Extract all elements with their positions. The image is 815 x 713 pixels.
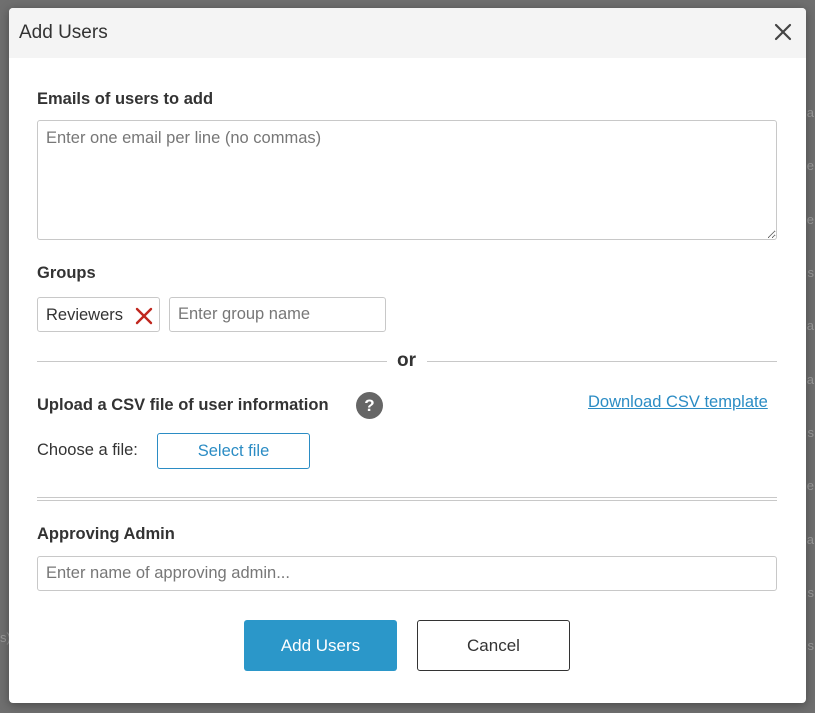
add-users-dialog: Add Users Emails of users to add Groups …	[9, 8, 806, 703]
emails-textarea[interactable]	[37, 120, 777, 240]
csv-upload-label: Upload a CSV file of user information	[37, 396, 329, 414]
close-icon	[774, 23, 792, 41]
divider-line-right	[427, 361, 777, 362]
groups-label: Groups	[37, 264, 96, 282]
choose-file-label: Choose a file:	[37, 441, 138, 459]
question-mark-icon[interactable]: ?	[356, 392, 383, 419]
close-button[interactable]	[772, 21, 794, 43]
dialog-title: Add Users	[19, 22, 108, 43]
group-chip-remove-button[interactable]	[135, 307, 153, 325]
cancel-button[interactable]: Cancel	[417, 620, 570, 671]
remove-x-icon	[135, 307, 153, 325]
divider-or-text: or	[397, 350, 416, 371]
approving-admin-label: Approving Admin	[37, 525, 175, 543]
group-name-input[interactable]	[169, 297, 386, 332]
divider-line-left	[37, 361, 387, 362]
add-users-button[interactable]: Add Users	[244, 620, 397, 671]
emails-label: Emails of users to add	[37, 90, 214, 108]
section-divider	[37, 497, 777, 501]
approving-admin-input[interactable]	[37, 556, 777, 591]
group-chip-label: Reviewers	[46, 306, 124, 324]
dialog-header: Add Users	[9, 8, 806, 58]
download-csv-template-link[interactable]: Download CSV template	[588, 393, 768, 412]
backdrop-page-edge: a e e s a a s e a s s	[806, 105, 814, 653]
select-file-button[interactable]: Select file	[157, 433, 310, 469]
group-chip-reviewers: Reviewers	[37, 297, 160, 332]
